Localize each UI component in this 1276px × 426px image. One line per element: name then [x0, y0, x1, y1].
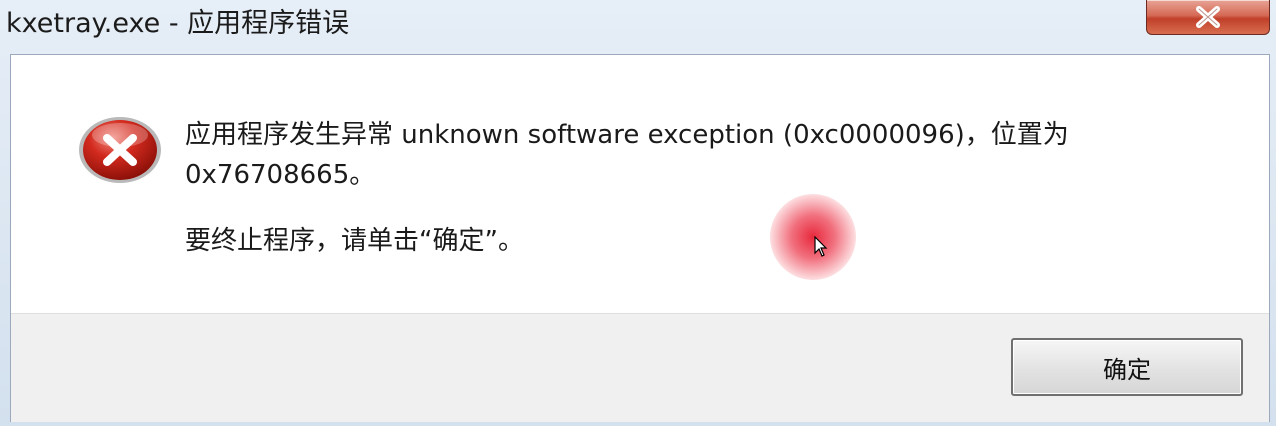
close-icon — [1196, 6, 1220, 28]
mouse-pointer-icon — [814, 236, 828, 257]
error-icon — [79, 117, 161, 183]
ok-button[interactable]: 确定 — [1011, 338, 1243, 396]
error-dialog-window: kxetray.exe - 应用程序错误 应用程序发生异常 unknown so… — [0, 0, 1276, 426]
button-bar: 确定 — [11, 313, 1269, 422]
error-message: 应用程序发生异常 unknown software exception (0xc… — [185, 120, 1069, 190]
window-title: kxetray.exe - 应用程序错误 — [6, 8, 350, 39]
close-button[interactable] — [1146, 0, 1270, 35]
instruction-text: 要终止程序，请单击“确定”。 — [185, 226, 524, 256]
cursor-highlight — [770, 194, 856, 280]
dialog-client-area: 应用程序发生异常 unknown software exception (0xc… — [10, 54, 1270, 422]
message-area: 应用程序发生异常 unknown software exception (0xc… — [11, 55, 1269, 313]
